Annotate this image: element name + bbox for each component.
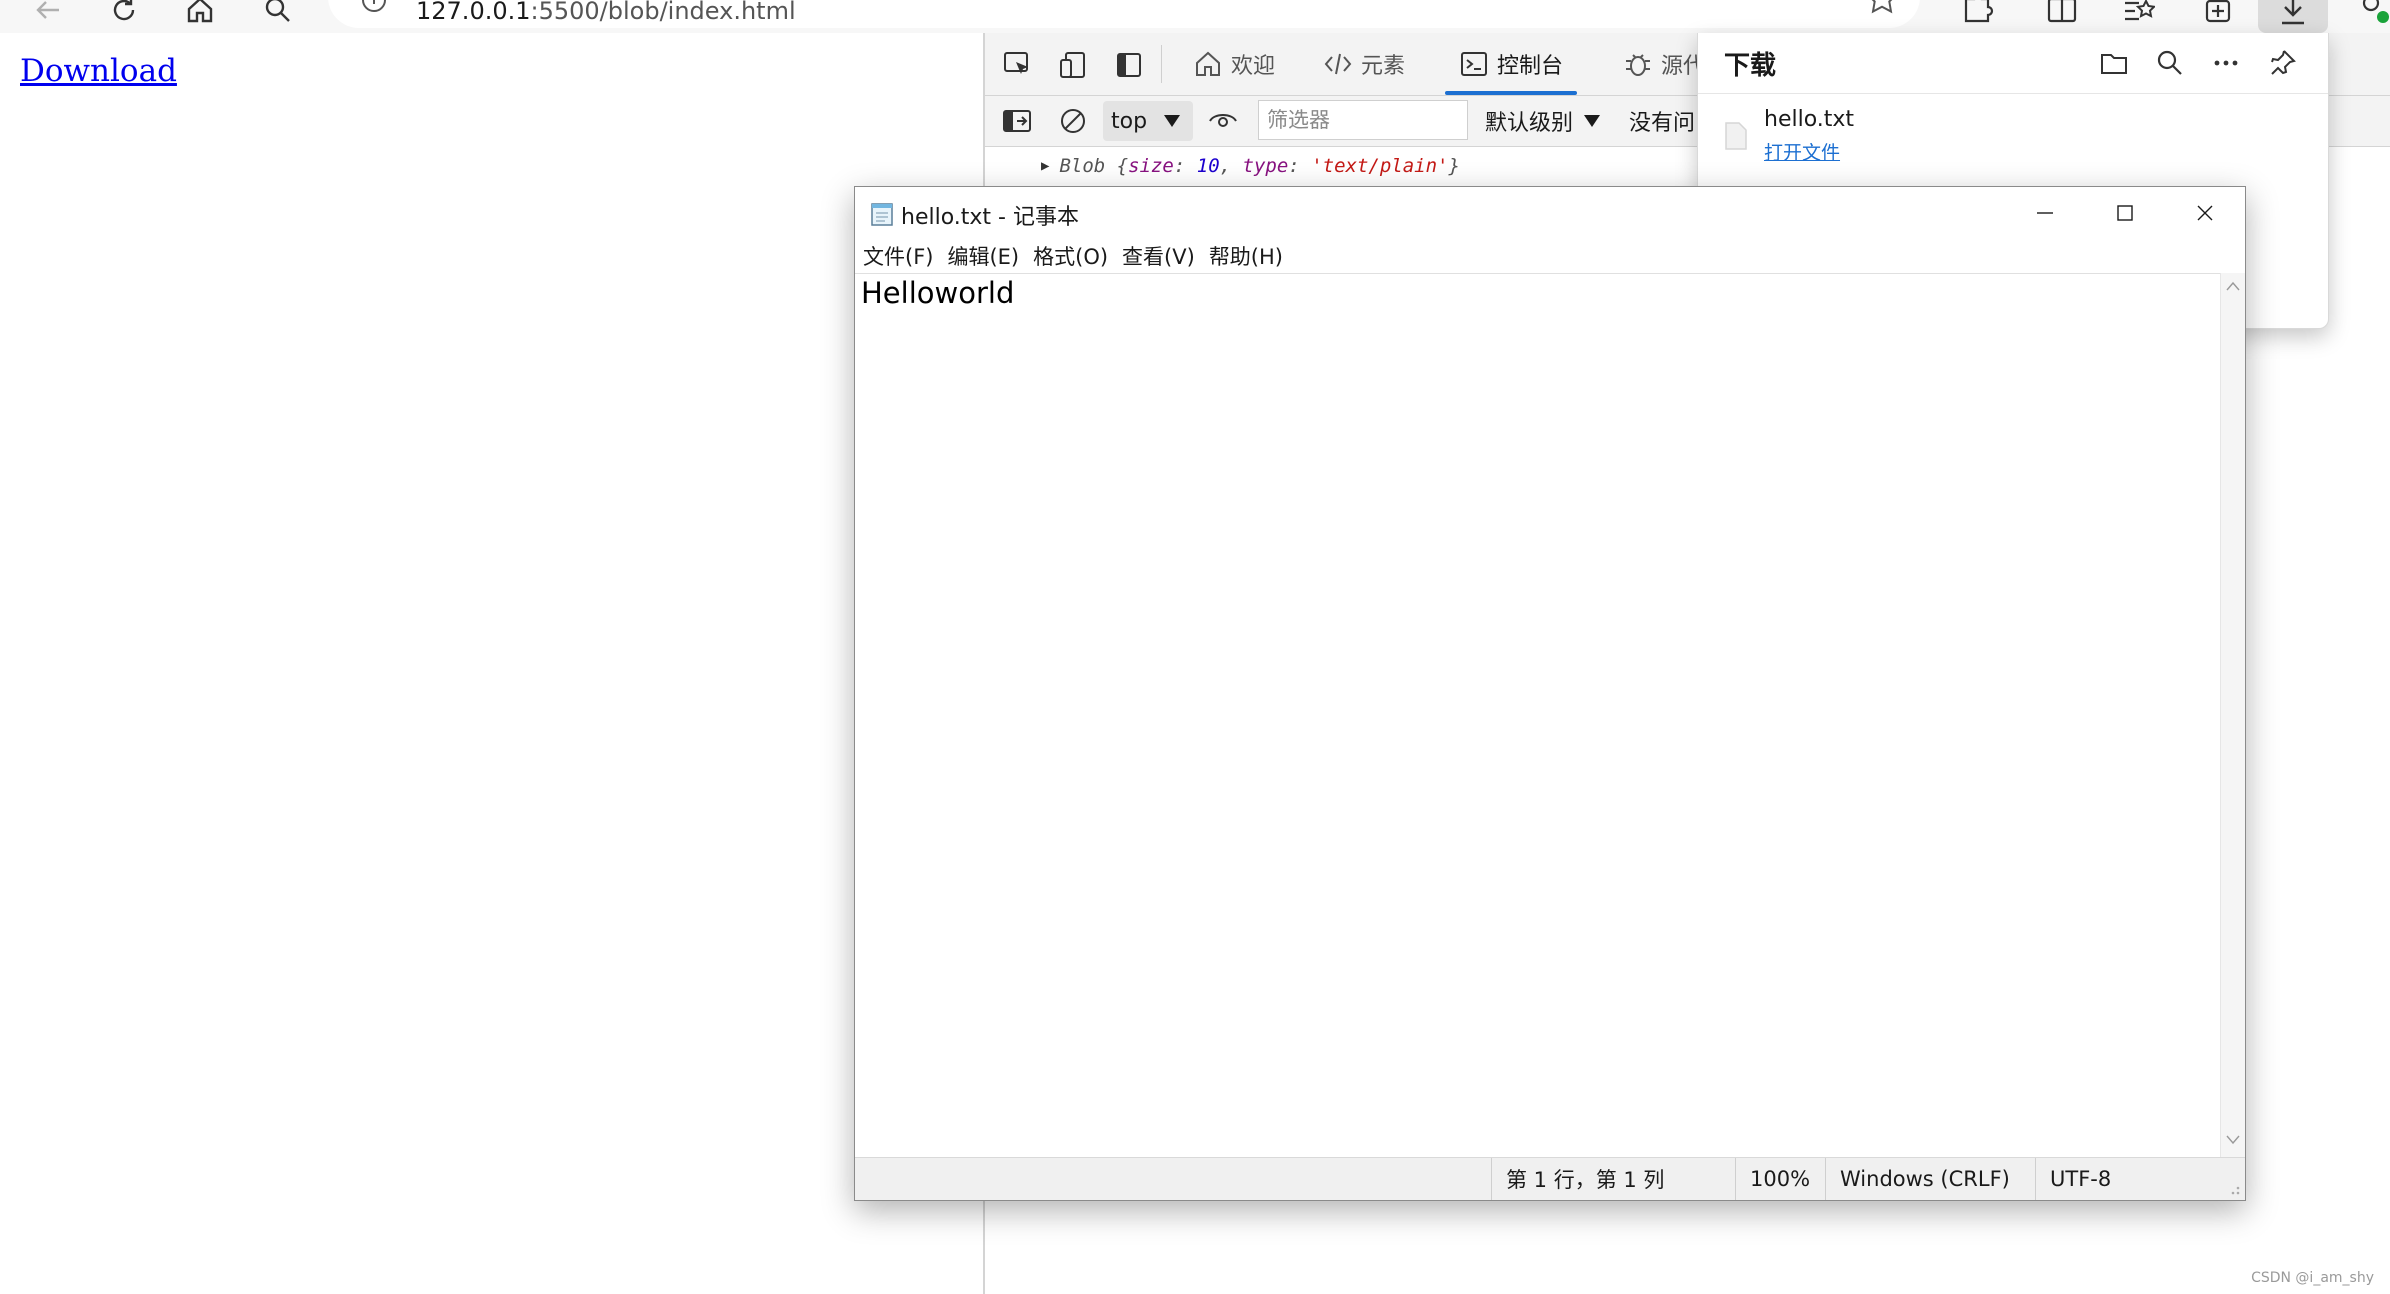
cursor-position: 第 1 行，第 1 列 xyxy=(1491,1158,1735,1200)
url-text[interactable]: 127.0.0.1:5500/blob/index.html xyxy=(416,0,796,25)
svg-text:A: A xyxy=(1806,0,1821,6)
live-expression-eye-icon[interactable] xyxy=(1207,105,1239,137)
tab-elements[interactable]: 元素 xyxy=(1323,33,1405,95)
log-level-dropdown[interactable]: 默认级别 xyxy=(1485,96,1601,146)
tab-sources[interactable]: 源代 xyxy=(1623,33,1705,95)
folder-icon xyxy=(2101,54,2127,74)
back-arrow-icon xyxy=(36,1,59,19)
search-downloads-button[interactable] xyxy=(2150,43,2190,83)
reload-button[interactable] xyxy=(102,0,146,32)
home-button[interactable] xyxy=(178,0,222,32)
notepad-app-icon xyxy=(869,201,895,227)
menu-file[interactable]: 文件(F) xyxy=(863,241,933,271)
download-file-name: hello.txt xyxy=(1764,107,1855,132)
web-page: Download xyxy=(0,33,983,1294)
console-filter-input[interactable] xyxy=(1258,100,1468,140)
address-bar[interactable]: 127.0.0.1:5500/blob/index.html A xyxy=(328,0,1920,28)
download-icon xyxy=(2282,0,2304,25)
search-button[interactable] xyxy=(256,0,300,32)
notepad-window: hello.txt - 记事本 文件(F) 编辑(E) 格式(O) 查看(V) … xyxy=(854,186,2246,1201)
watermark: CSDN @i_am_shy xyxy=(2251,1270,2374,1286)
window-title: hello.txt - 记事本 xyxy=(901,205,1079,230)
document-content[interactable]: Helloworld xyxy=(861,276,1014,310)
more-dots-icon xyxy=(2214,60,2238,66)
favorites-button[interactable] xyxy=(2116,0,2160,32)
device-emulation-icon[interactable] xyxy=(1057,49,1089,81)
encoding: UTF-8 xyxy=(2035,1158,2215,1200)
download-link[interactable]: Download xyxy=(20,53,177,89)
puzzle-icon xyxy=(1964,0,1994,23)
more-options-button[interactable] xyxy=(2206,43,2246,83)
read-aloud-icon[interactable]: A xyxy=(1804,0,1838,26)
pin-flyout-button[interactable] xyxy=(2262,43,2302,83)
open-folder-button[interactable] xyxy=(2094,43,2134,83)
favorite-star-icon[interactable] xyxy=(1866,0,1898,24)
downloads-title: 下载 xyxy=(1724,51,1777,81)
sidebar-toggle-icon[interactable] xyxy=(1001,105,1033,137)
code-icon xyxy=(1324,53,1352,75)
favorites-list-icon xyxy=(2125,0,2155,21)
search-icon xyxy=(2157,50,2182,75)
back-button[interactable] xyxy=(26,0,70,32)
notepad-status-bar: 第 1 行，第 1 列 100% Windows (CRLF) UTF-8 xyxy=(855,1157,2245,1200)
close-button[interactable] xyxy=(2165,187,2245,239)
close-icon xyxy=(2197,205,2213,221)
bug-icon xyxy=(1626,54,1650,76)
resize-grip-icon xyxy=(2231,1186,2240,1195)
minimize-button[interactable] xyxy=(2005,187,2085,239)
download-item[interactable]: hello.txt 打开文件 xyxy=(1724,105,2304,165)
notepad-title-bar[interactable]: hello.txt - 记事本 xyxy=(855,187,2245,239)
profile-button[interactable] xyxy=(2352,0,2390,32)
collections-button[interactable] xyxy=(2196,0,2240,32)
inspect-element-icon[interactable] xyxy=(1001,49,1033,81)
browser-toolbar: 127.0.0.1:5500/blob/index.html A xyxy=(0,0,2390,33)
text-editor-area[interactable]: Helloworld xyxy=(855,273,2220,1158)
home-icon xyxy=(1196,51,1220,76)
context-selector[interactable]: top xyxy=(1103,101,1193,141)
context-label: top xyxy=(1111,108,1148,134)
dropdown-triangle-icon xyxy=(1164,115,1181,127)
minimize-icon xyxy=(2037,212,2053,214)
extensions-button[interactable] xyxy=(1955,0,1999,32)
split-screen-icon xyxy=(2047,0,2077,23)
vertical-scrollbar[interactable] xyxy=(2220,273,2245,1157)
tab-console[interactable]: 控制台 xyxy=(1445,33,1578,95)
search-icon xyxy=(265,0,290,22)
maximize-button[interactable] xyxy=(2085,187,2165,239)
line-ending: Windows (CRLF) xyxy=(1825,1158,2035,1200)
expand-triangle-icon[interactable]: ▶ xyxy=(1041,158,1049,174)
pin-icon xyxy=(2271,50,2296,75)
maximize-icon xyxy=(2117,205,2133,221)
menu-format[interactable]: 格式(O) xyxy=(1033,241,1108,271)
menu-help[interactable]: 帮助(H) xyxy=(1209,241,1283,271)
dropdown-triangle-icon xyxy=(1584,115,1601,127)
menu-view[interactable]: 查看(V) xyxy=(1122,241,1195,271)
dock-side-icon[interactable] xyxy=(1113,49,1145,81)
issues-counter[interactable]: 没有问 xyxy=(1629,96,1695,146)
scroll-up-arrow-icon xyxy=(2226,281,2240,291)
split-screen-button[interactable] xyxy=(2040,0,2084,32)
profile-icon xyxy=(2362,0,2389,23)
collections-icon xyxy=(2205,0,2231,23)
open-file-link[interactable]: 打开文件 xyxy=(1764,138,1840,165)
reload-icon xyxy=(113,0,135,21)
notepad-menu-bar: 文件(F) 编辑(E) 格式(O) 查看(V) 帮助(H) xyxy=(855,239,2245,273)
downloads-button[interactable] xyxy=(2271,0,2315,32)
console-icon xyxy=(1461,52,1487,76)
tab-welcome[interactable]: 欢迎 xyxy=(1193,33,1275,95)
zoom-level: 100% xyxy=(1735,1158,1825,1200)
site-info-icon[interactable] xyxy=(360,0,388,26)
console-log-entry[interactable]: ▶ Blob {size: 10, type: 'text/plain'} xyxy=(1041,155,1460,177)
menu-edit[interactable]: 编辑(E) xyxy=(947,241,1019,271)
clear-console-icon[interactable] xyxy=(1057,105,1089,137)
scroll-down-arrow-icon xyxy=(2226,1135,2240,1145)
downloads-header: 下载 xyxy=(1698,33,2328,94)
file-icon xyxy=(1724,121,1748,151)
home-icon xyxy=(187,0,213,23)
